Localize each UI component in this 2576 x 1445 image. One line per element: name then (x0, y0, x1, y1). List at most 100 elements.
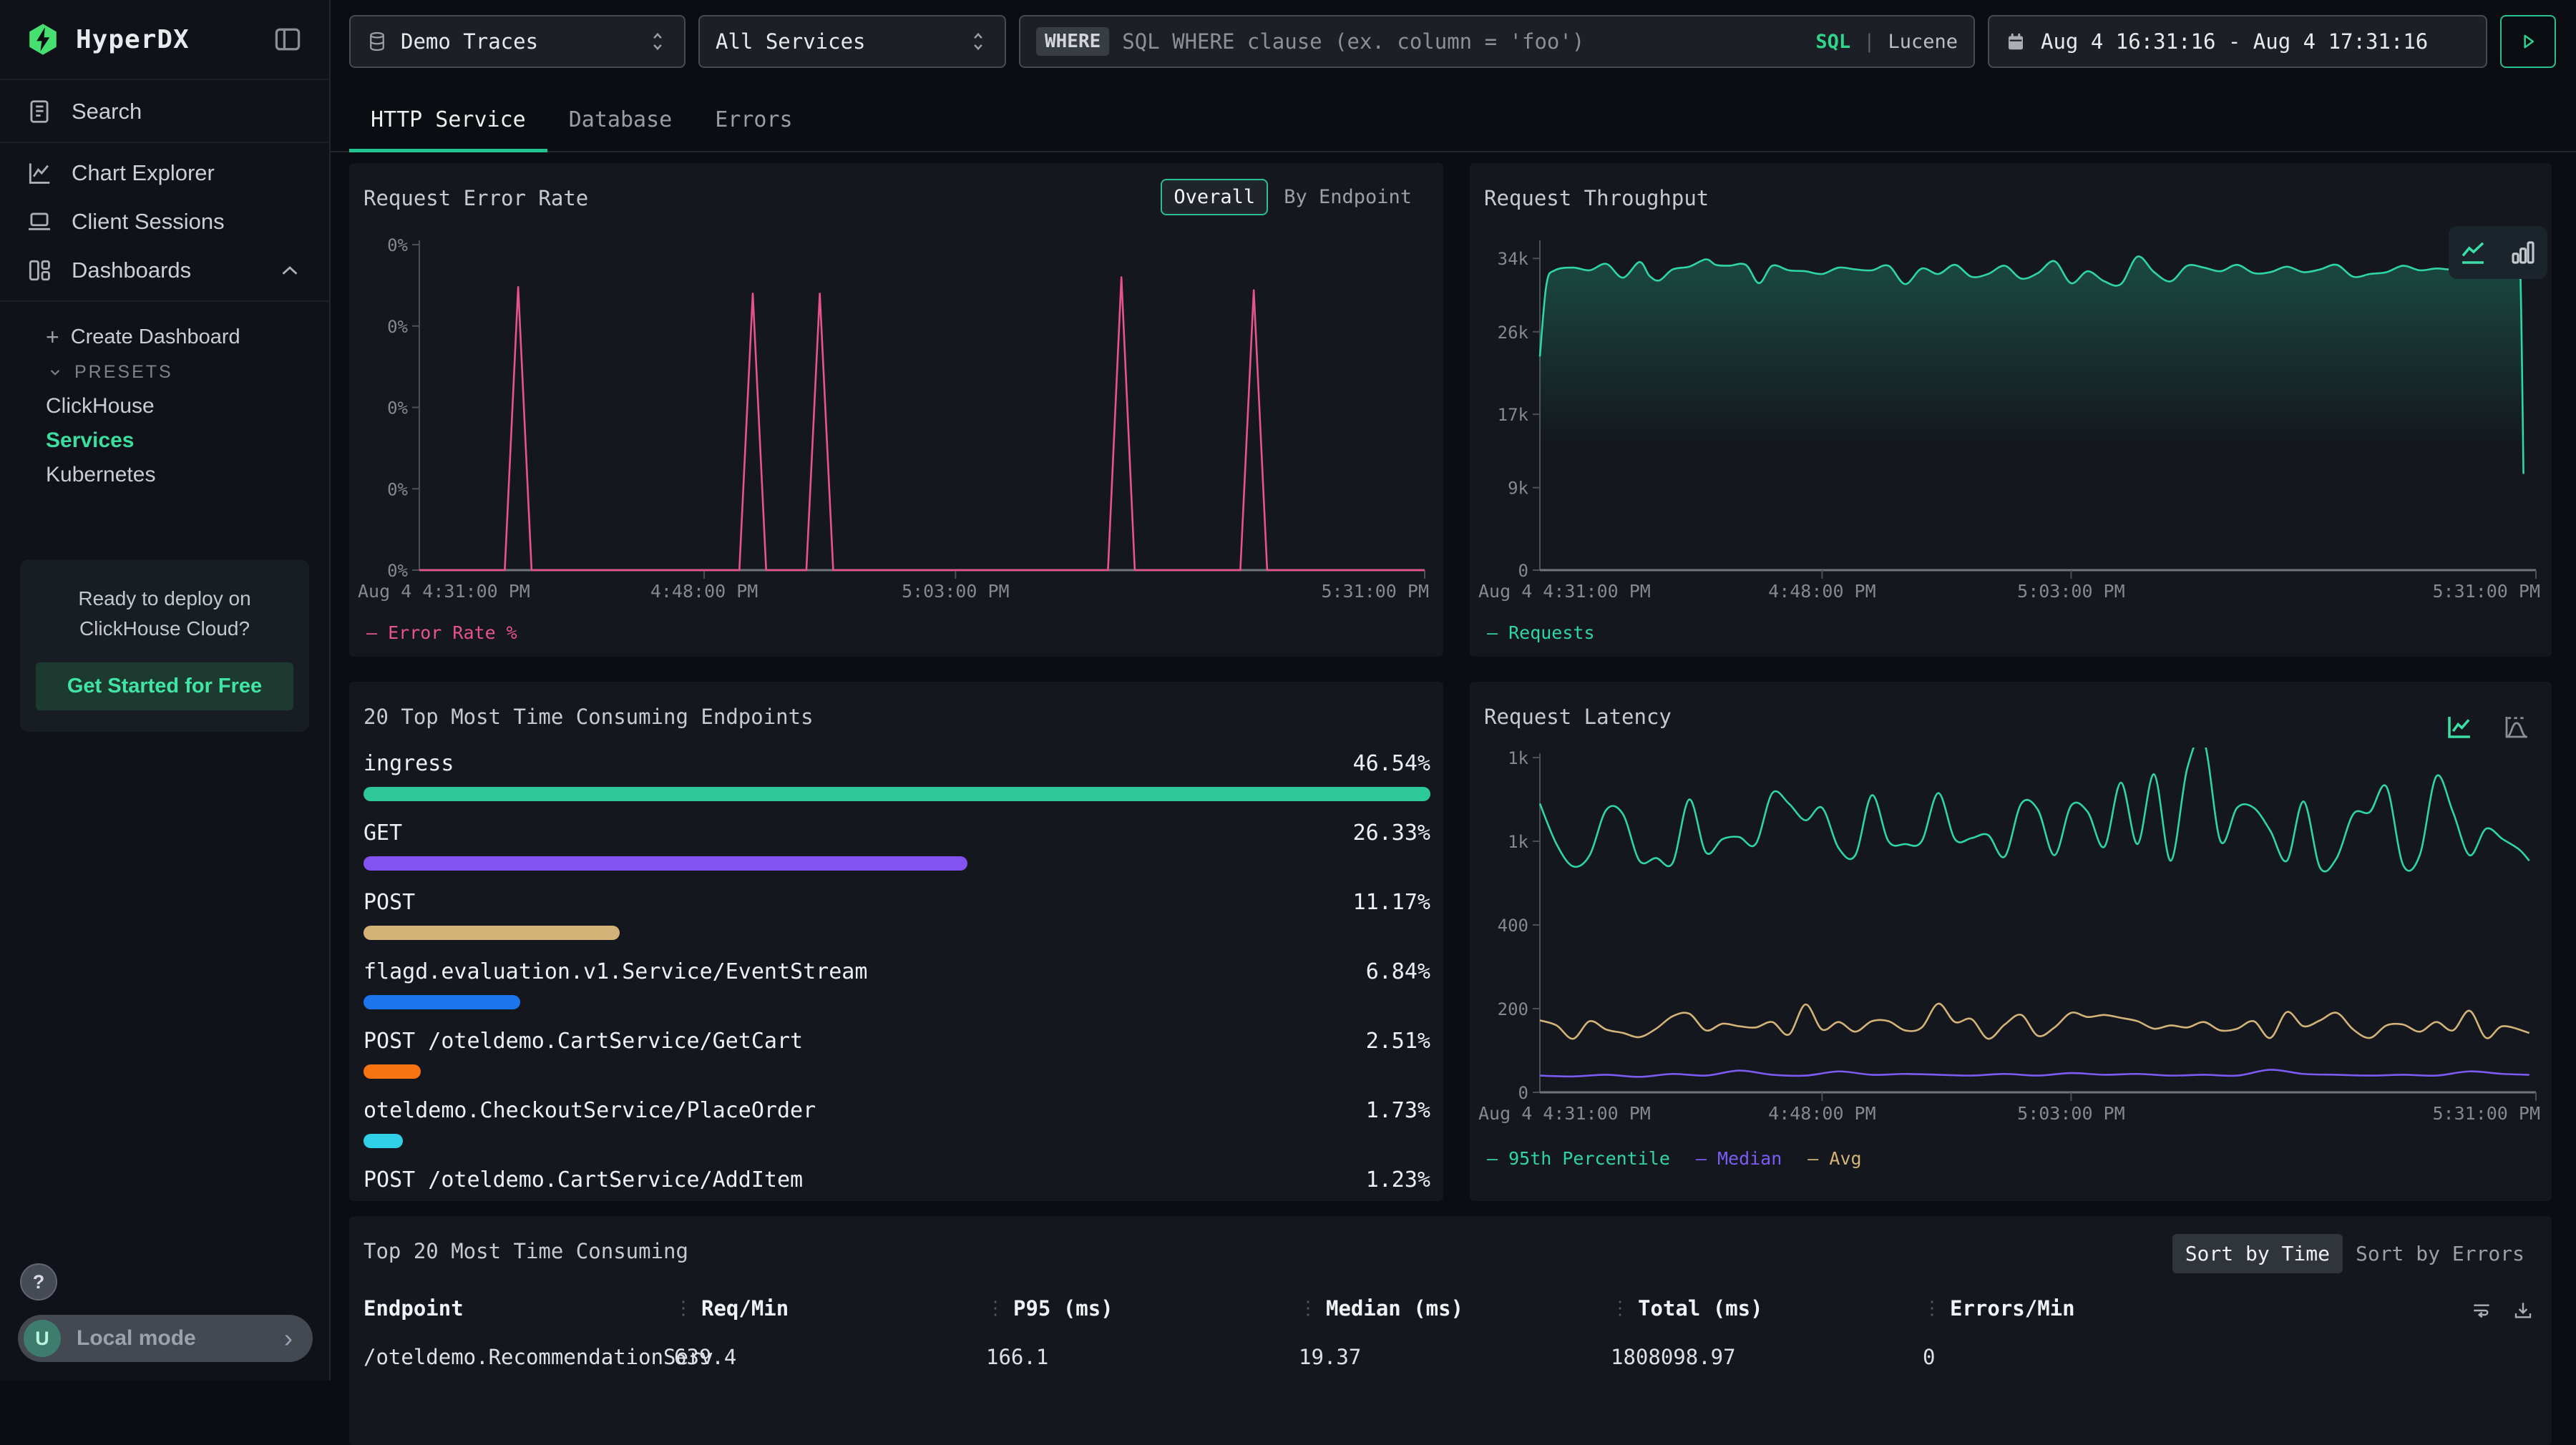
column-drag-handle-icon[interactable]: ⋮ (986, 1298, 1005, 1319)
create-dashboard-button[interactable]: + Create Dashboard (0, 319, 329, 355)
chart-legend: — Requests (1487, 622, 1595, 643)
tab-http-service[interactable]: HTTP Service (349, 88, 547, 151)
chevron-down-icon (46, 363, 64, 381)
svg-text:1k: 1k (1508, 832, 1528, 852)
preset-label: Services (46, 428, 134, 453)
endpoint-row[interactable]: POST11.17% (364, 889, 1430, 959)
sort-by-time-button[interactable]: Sort by Time (2172, 1234, 2343, 1273)
sidebar-item-services[interactable]: Services (0, 423, 329, 458)
endpoint-row[interactable]: oteldemo.CheckoutService/PlaceOrder1.73% (364, 1097, 1430, 1167)
column-drag-handle-icon[interactable]: ⋮ (1611, 1298, 1629, 1319)
svg-text:5:31:00 PM: 5:31:00 PM (1321, 581, 1429, 602)
panel-top-endpoints: 20 Top Most Time Consuming Endpoints ing… (349, 682, 1443, 1201)
endpoint-row[interactable]: flagd.evaluation.v1.Service/EventStream6… (364, 959, 1430, 1028)
sidebar-item-chart-explorer[interactable]: Chart Explorer (0, 149, 329, 197)
column-header[interactable]: Req/Min (701, 1296, 789, 1321)
column-header[interactable]: P95 (ms) (1013, 1296, 1113, 1321)
lucene-mode-toggle[interactable]: Lucene (1888, 31, 1958, 53)
promo-text-line2: ClickHouse Cloud? (36, 614, 293, 644)
svg-text:0%: 0% (387, 235, 408, 255)
legend-item[interactable]: — Median (1696, 1148, 1782, 1169)
histogram-icon[interactable] (2502, 712, 2532, 742)
latency-chart[interactable]: 02004001k1kAug 4 4:31:00 PM4:48:00 PM5:0… (1477, 748, 2542, 1125)
sidebar-item-client-sessions[interactable]: Client Sessions (0, 197, 329, 246)
endpoint-name: flagd.evaluation.v1.Service/EventStream (364, 960, 867, 984)
svg-text:0: 0 (1518, 561, 1528, 581)
line-chart-icon[interactable] (2444, 712, 2474, 742)
column-drag-handle-icon[interactable]: ⋮ (1299, 1298, 1317, 1319)
wrap-rows-icon[interactable] (2470, 1299, 2493, 1322)
user-menu[interactable]: U Local mode › (18, 1315, 313, 1362)
legend-item[interactable]: — Requests (1487, 622, 1595, 643)
svg-text:Aug 4 4:31:00 PM: Aug 4 4:31:00 PM (1478, 581, 1651, 602)
svg-text:5:03:00 PM: 5:03:00 PM (2017, 1103, 2125, 1124)
endpoint-name: oteldemo.CheckoutService/PlaceOrder (364, 1099, 816, 1123)
user-mode-label: Local mode (77, 1326, 196, 1351)
panel-request-error-rate: Request Error Rate Overall By Endpoint 0… (349, 163, 1443, 657)
sql-mode-toggle[interactable]: SQL (1815, 31, 1850, 53)
time-range-picker[interactable]: Aug 4 16:31:16 - Aug 4 17:31:16 (1988, 15, 2487, 68)
legend-item[interactable]: — Avg (1807, 1148, 1861, 1169)
bar-chart-icon[interactable] (2508, 237, 2538, 268)
tab-errors[interactable]: Errors (693, 88, 814, 151)
laptop-icon (26, 208, 53, 235)
svg-text:5:31:00 PM: 5:31:00 PM (2432, 581, 2540, 602)
presets-label: PRESETS (74, 362, 173, 383)
by-endpoint-toggle-button[interactable]: By Endpoint (1284, 186, 1412, 208)
selector-chevrons-icon (647, 29, 668, 54)
tab-database[interactable]: Database (547, 88, 694, 151)
svg-text:Aug 4 4:31:00 PM: Aug 4 4:31:00 PM (1478, 1103, 1651, 1124)
source-select-value: Demo Traces (401, 29, 538, 54)
sort-by-errors-button[interactable]: Sort by Errors (2343, 1234, 2537, 1273)
promo-text-line1: Ready to deploy on (36, 584, 293, 614)
svg-text:1k: 1k (1508, 748, 1528, 768)
presets-section-toggle[interactable]: PRESETS (0, 355, 329, 389)
line-chart-icon[interactable] (2458, 237, 2488, 268)
sidebar-item-dashboards[interactable]: Dashboards (0, 246, 329, 295)
endpoint-row[interactable]: POST /oteldemo.CartService/GetCart2.51% (364, 1028, 1430, 1097)
column-header[interactable]: Total (ms) (1638, 1296, 1763, 1321)
overall-toggle-button[interactable]: Overall (1161, 179, 1268, 215)
endpoint-row[interactable]: ingress46.54% (364, 750, 1430, 820)
run-query-button[interactable] (2500, 15, 2556, 68)
play-icon (2517, 31, 2539, 52)
cell-errors-min: 0 (1923, 1345, 2473, 1369)
column-header[interactable]: Errors/Min (1950, 1296, 2075, 1321)
panel-request-throughput: Request Throughput 09k17k26k34kAug 4 4:3… (1470, 163, 2552, 657)
sidebar-item-kubernetes[interactable]: Kubernetes (0, 458, 329, 492)
svg-text:4:48:00 PM: 4:48:00 PM (1768, 581, 1876, 602)
sidebar-item-search[interactable]: Search (0, 87, 329, 136)
cell-median: 19.37 (1299, 1345, 1611, 1369)
endpoint-row[interactable]: GET26.33% (364, 820, 1430, 889)
svg-text:9k: 9k (1508, 479, 1528, 499)
service-select[interactable]: All Services (698, 15, 1006, 68)
table-row[interactable]: /oteldemo.RecommendationServ 639.4 166.1… (364, 1345, 2473, 1369)
column-header[interactable]: Median (ms) (1326, 1296, 1463, 1321)
column-drag-handle-icon[interactable]: ⋮ (1923, 1298, 1941, 1319)
selector-chevrons-icon (967, 29, 989, 54)
column-drag-handle-icon[interactable]: ⋮ (674, 1298, 693, 1319)
source-select[interactable]: Demo Traces (349, 15, 686, 68)
legend-item[interactable]: — Error Rate % (366, 622, 517, 643)
download-icon[interactable] (2512, 1299, 2534, 1322)
panel-title: Request Latency (1484, 705, 1672, 729)
search-input[interactable]: WHERE SQL WHERE clause (ex. column = 'fo… (1019, 15, 1975, 68)
error-rate-chart[interactable]: 0%0%0%0%0%Aug 4 4:31:00 PM4:48:00 PM5:03… (356, 235, 1430, 603)
collapse-sidebar-icon[interactable] (272, 24, 303, 55)
svg-text:5:31:00 PM: 5:31:00 PM (2432, 1103, 2540, 1124)
legend-item[interactable]: — 95th Percentile (1487, 1148, 1670, 1169)
get-started-button[interactable]: Get Started for Free (36, 662, 293, 710)
svg-text:26k: 26k (1498, 323, 1529, 343)
chart-legend: — Error Rate % (366, 622, 517, 643)
column-header[interactable]: Endpoint (364, 1296, 464, 1321)
endpoint-name: POST (364, 891, 415, 915)
endpoint-row[interactable]: POST /oteldemo.CartService/AddItem1.23% (364, 1167, 1430, 1201)
throughput-chart[interactable]: 09k17k26k34kAug 4 4:31:00 PM4:48:00 PM5:… (1477, 235, 2542, 603)
cell-endpoint: /oteldemo.RecommendationServ (364, 1345, 674, 1369)
sidebar-item-label: Dashboards (72, 258, 191, 283)
endpoint-percent: 2.51% (1366, 1029, 1430, 1054)
endpoint-bar (364, 856, 967, 871)
help-button[interactable]: ? (20, 1263, 57, 1300)
sidebar-item-clickhouse[interactable]: ClickHouse (0, 389, 329, 423)
brand-name: HyperDX (76, 25, 190, 54)
